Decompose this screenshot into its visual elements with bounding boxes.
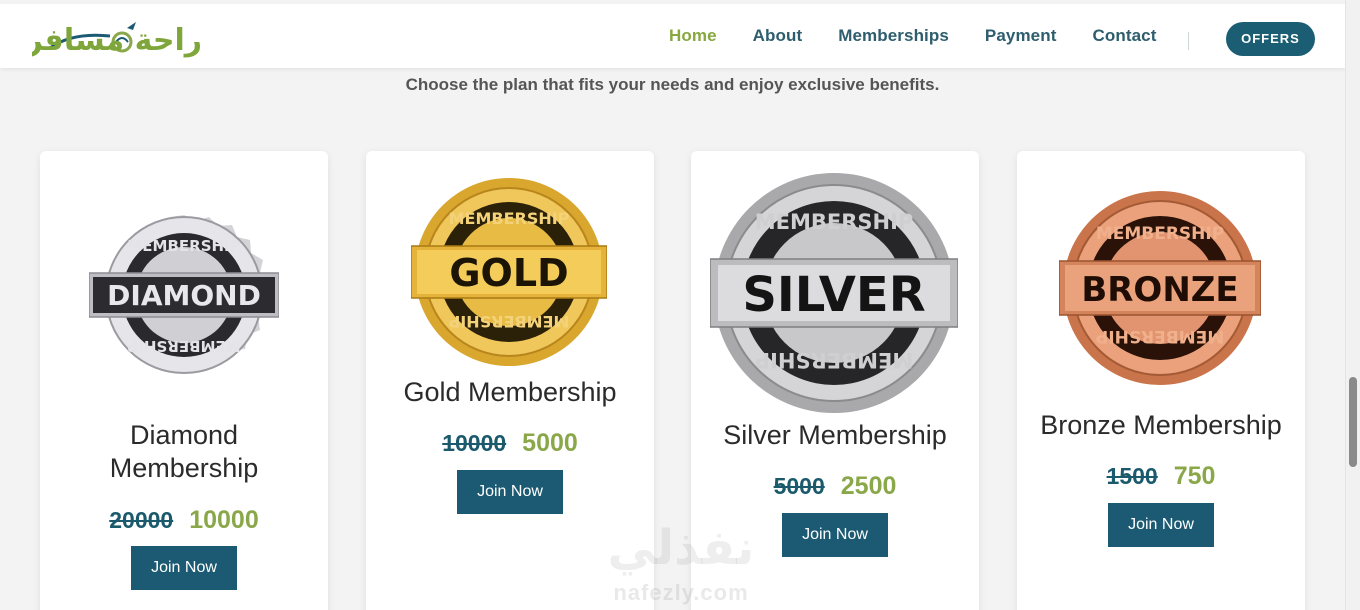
svg-text:DIAMOND: DIAMOND bbox=[107, 279, 261, 312]
svg-text:MEMBERSHIP: MEMBERSHIP bbox=[127, 237, 240, 255]
silver-badge-icon: MEMBERSHIP MEMBERSHIP SILVER bbox=[710, 173, 958, 413]
plan-title: Bronze Membership bbox=[1040, 410, 1282, 440]
site-logo[interactable]: راحة مسافر bbox=[32, 12, 212, 64]
svg-text:MEMBERSHIP: MEMBERSHIP bbox=[755, 210, 914, 234]
old-price: 10000 bbox=[442, 430, 507, 456]
plan-prices: 20000 10000 bbox=[40, 506, 328, 535]
svg-text:MEMBERSHIP: MEMBERSHIP bbox=[449, 209, 570, 228]
svg-text:BRONZE: BRONZE bbox=[1081, 270, 1238, 310]
nav-divider bbox=[1188, 32, 1189, 50]
memberships-page: راحة مسافر Home About Memberships Paymen… bbox=[0, 0, 1360, 610]
plan-card-gold: MEMBERSHIP MEMBERSHIP GOLD Gold Membersh… bbox=[366, 151, 654, 610]
new-price: 750 bbox=[1173, 462, 1216, 490]
new-price: 5000 bbox=[522, 429, 578, 457]
svg-text:MEMBERSHIP: MEMBERSHIP bbox=[127, 337, 240, 355]
join-now-button[interactable]: Join Now bbox=[131, 546, 237, 590]
nav-memberships[interactable]: Memberships bbox=[838, 26, 949, 46]
diamond-badge-icon: MEMBERSHIP MEMBERSHIP DIAMOND bbox=[89, 215, 279, 374]
plan-prices: 10000 5000 bbox=[366, 429, 654, 458]
plan-title: Gold Membership bbox=[403, 377, 617, 407]
plan-card-bronze: MEMBERSHIP MEMBERSHIP BRONZE Bronze Memb… bbox=[1017, 151, 1305, 610]
main-nav: Home About Memberships Payment Contact bbox=[669, 26, 1192, 46]
join-now-button[interactable]: Join Now bbox=[782, 513, 888, 557]
svg-text:MEMBERSHIP: MEMBERSHIP bbox=[1096, 224, 1224, 244]
svg-text:MEMBERSHIP: MEMBERSHIP bbox=[755, 348, 914, 372]
nav-about[interactable]: About bbox=[753, 26, 803, 46]
scrollbar-thumb[interactable] bbox=[1349, 377, 1357, 467]
nav-payment[interactable]: Payment bbox=[985, 26, 1057, 46]
site-header: راحة مسافر Home About Memberships Paymen… bbox=[0, 4, 1345, 68]
join-now-button[interactable]: Join Now bbox=[457, 470, 563, 514]
svg-text:راحة مسافر: راحة مسافر bbox=[32, 23, 202, 58]
nav-contact[interactable]: Contact bbox=[1093, 26, 1157, 46]
bronze-badge-icon: MEMBERSHIP MEMBERSHIP BRONZE bbox=[1059, 191, 1261, 385]
page-scrollbar[interactable] bbox=[1345, 0, 1360, 610]
plan-card-diamond: MEMBERSHIP MEMBERSHIP DIAMOND Diamond Me… bbox=[40, 151, 328, 610]
svg-text:MEMBERSHIP: MEMBERSHIP bbox=[1096, 326, 1224, 346]
plan-prices: 1500 750 bbox=[1017, 462, 1305, 491]
section-subtitle: Choose the plan that fits your needs and… bbox=[405, 75, 940, 94]
join-now-button[interactable]: Join Now bbox=[1108, 503, 1214, 547]
old-price: 20000 bbox=[109, 507, 174, 533]
svg-text:GOLD: GOLD bbox=[449, 251, 568, 295]
plan-card-silver: MEMBERSHIP MEMBERSHIP SILVER Silver Memb… bbox=[691, 151, 979, 610]
svg-text:SILVER: SILVER bbox=[742, 267, 925, 323]
plan-title: Diamond Membership bbox=[40, 419, 328, 485]
plan-title-line1: Diamond bbox=[129, 420, 239, 450]
old-price: 1500 bbox=[1106, 463, 1158, 489]
old-price: 5000 bbox=[773, 473, 825, 499]
offers-button[interactable]: OFFERS bbox=[1226, 22, 1315, 56]
plan-title: Silver Membership bbox=[723, 420, 947, 450]
nav-home[interactable]: Home bbox=[669, 26, 717, 46]
gold-badge-icon: MEMBERSHIP MEMBERSHIP GOLD bbox=[411, 178, 607, 366]
svg-text:MEMBERSHIP: MEMBERSHIP bbox=[448, 312, 569, 331]
plan-title-line2: Membership bbox=[109, 453, 259, 483]
plan-prices: 5000 2500 bbox=[691, 472, 979, 501]
new-price: 10000 bbox=[189, 506, 259, 534]
new-price: 2500 bbox=[840, 472, 897, 500]
